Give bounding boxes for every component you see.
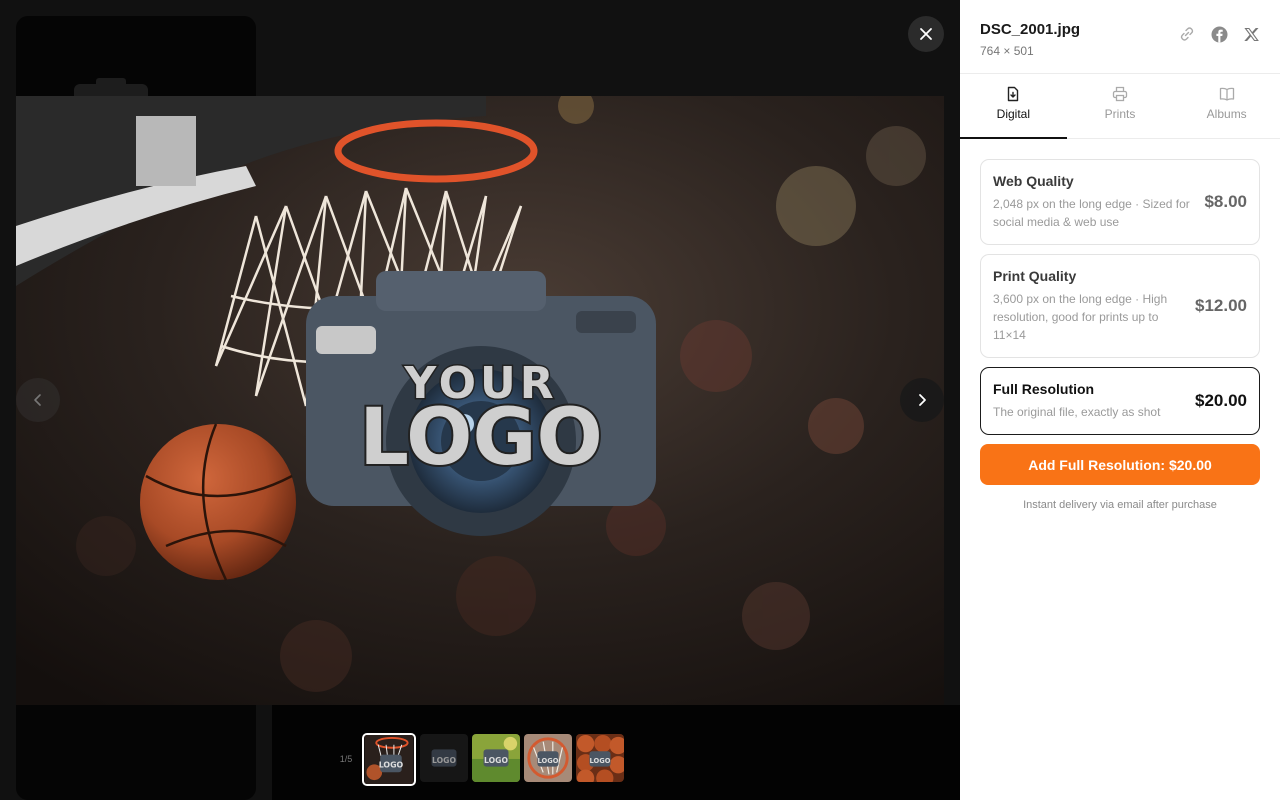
option-price: $12.00 xyxy=(1195,296,1247,315)
download-file-icon xyxy=(1008,86,1019,102)
svg-text:LOGO: LOGO xyxy=(590,757,611,765)
option-title: Print Quality xyxy=(993,268,1077,284)
photo-viewer: YOUR LOGO 1/5 LOGO LOGO LOGO LOGO LOGO xyxy=(0,0,960,800)
book-icon xyxy=(1219,87,1234,101)
thumbnail-dark-logo[interactable]: LOGO xyxy=(420,734,468,782)
thumbnail-list: LOGO LOGO LOGO LOGO LOGO xyxy=(362,733,624,786)
photo-counter: 1/5 xyxy=(339,754,353,764)
option-full-resolution[interactable]: Full Resolution The original file, exact… xyxy=(980,367,1260,435)
tab-label: Digital xyxy=(996,107,1031,121)
svg-text:LOGO: LOGO xyxy=(484,756,508,765)
option-web-quality[interactable]: Web Quality 2,048 px on the long edge · … xyxy=(980,159,1260,245)
next-photo-button[interactable] xyxy=(900,378,944,422)
svg-text:LOGO: LOGO xyxy=(432,756,456,765)
main-photo: YOUR LOGO xyxy=(16,96,944,705)
facebook-share-button[interactable] xyxy=(1210,22,1228,46)
facebook-icon xyxy=(1211,26,1227,42)
previous-photo-button[interactable] xyxy=(16,378,60,422)
product-tabs: Digital Prints Albums xyxy=(960,74,1280,139)
option-price: $8.00 xyxy=(1204,192,1247,211)
svg-text:LOGO: LOGO xyxy=(359,393,603,483)
close-icon xyxy=(920,28,932,40)
share-icons xyxy=(1178,22,1260,46)
resolution-options: Web Quality 2,048 px on the long edge · … xyxy=(960,139,1280,435)
tab-label: Albums xyxy=(1206,107,1247,121)
svg-text:LOGO: LOGO xyxy=(379,760,404,769)
tab-prints[interactable]: Prints xyxy=(1067,74,1174,138)
chevron-left-icon xyxy=(34,394,41,406)
thumbnail-basketballs[interactable]: LOGO xyxy=(576,734,624,782)
delivery-note: Instant delivery via email after purchas… xyxy=(1023,499,1217,511)
printer-icon xyxy=(1112,86,1128,102)
thumbnail-green-field[interactable]: LOGO xyxy=(472,734,520,782)
tab-label: Prints xyxy=(1104,107,1136,121)
panel-header: DSC_2001.jpg 764 × 501 xyxy=(960,0,1280,74)
option-description: 3,600 px on the long edge · High resolut… xyxy=(993,292,1168,342)
thumbnail-basketball-hoop[interactable]: LOGO xyxy=(362,733,416,786)
option-print-quality[interactable]: Print Quality 3,600 px on the long edge … xyxy=(980,254,1260,358)
option-title: Full Resolution xyxy=(993,381,1095,397)
file-dimensions: 764 × 501 xyxy=(980,44,1034,58)
option-price: $20.00 xyxy=(1195,391,1247,410)
tab-albums[interactable]: Albums xyxy=(1173,74,1280,138)
svg-text:LOGO: LOGO xyxy=(538,757,559,765)
link-icon xyxy=(1180,27,1194,41)
purchase-panel: DSC_2001.jpg 764 × 501 Digital Prints Al… xyxy=(960,0,1280,800)
x-share-button[interactable] xyxy=(1242,22,1260,46)
option-title: Web Quality xyxy=(993,173,1074,189)
copy-link-button[interactable] xyxy=(1178,22,1196,46)
option-description: 2,048 px on the long edge · Sized for so… xyxy=(993,197,1190,229)
option-description: The original file, exactly as shot xyxy=(993,405,1161,419)
thumbnail-hoop-net[interactable]: LOGO xyxy=(524,734,572,782)
add-to-cart-button[interactable]: Add Full Resolution: $20.00 xyxy=(980,444,1260,485)
close-button[interactable] xyxy=(908,16,944,52)
tab-digital[interactable]: Digital xyxy=(960,74,1067,139)
chevron-right-icon xyxy=(919,394,926,406)
x-icon xyxy=(1243,27,1259,41)
